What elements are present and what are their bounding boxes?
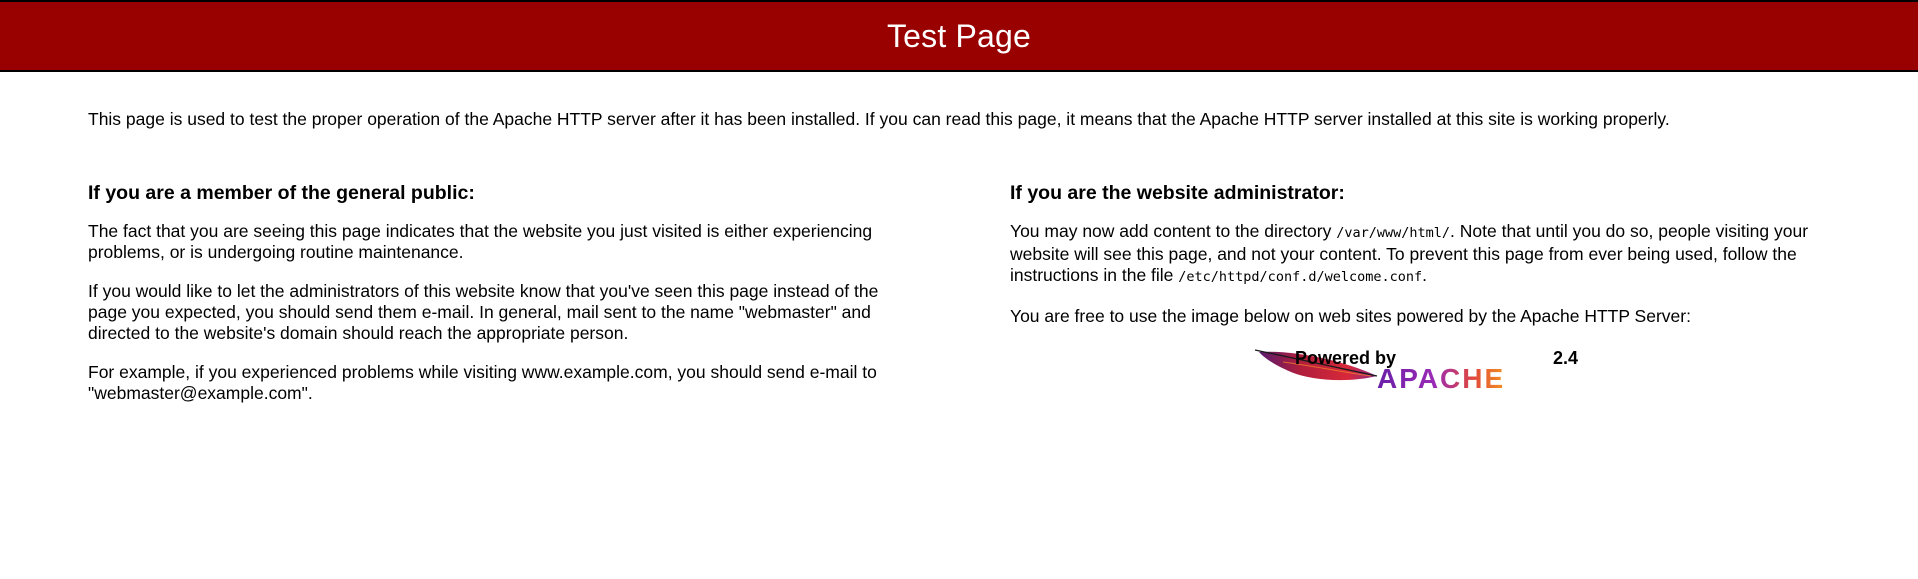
page-header-banner: Test Page: [0, 0, 1918, 72]
apache-brand-label: APACHE: [1377, 363, 1505, 392]
general-public-section: If you are a member of the general publi…: [88, 180, 906, 422]
website-admin-section: If you are the website administrator: Yo…: [1010, 180, 1828, 345]
powered-by-apache-logo: Powered by 2.4 APACHE: [1254, 348, 1578, 392]
admin-text-before-dir: You may now add content to the directory: [1010, 221, 1337, 241]
website-admin-paragraph-2: You are free to use the image below on w…: [1010, 306, 1691, 326]
general-public-paragraph-3: For example, if you experienced problems…: [88, 362, 877, 403]
website-admin-paragraph-1: You may now add content to the directory…: [1010, 221, 1828, 288]
website-admin-heading: If you are the website administrator:: [1010, 182, 1345, 204]
admin-text-end: .: [1422, 265, 1427, 285]
page-title: Test Page: [886, 17, 1032, 54]
general-public-heading: If you are a member of the general publi…: [88, 182, 475, 204]
intro-text: This page is used to test the proper ope…: [88, 109, 1670, 129]
welcome-conf-file-path: /etc/httpd/conf.d/welcome.conf: [1178, 269, 1423, 285]
apache-version-label: 2.4: [1553, 348, 1578, 368]
general-public-paragraph-2: If you would like to let the administrat…: [88, 281, 879, 343]
general-public-paragraph-1: The fact that you are seeing this page i…: [88, 221, 873, 262]
content-directory-path: /var/www/html/: [1336, 225, 1451, 241]
